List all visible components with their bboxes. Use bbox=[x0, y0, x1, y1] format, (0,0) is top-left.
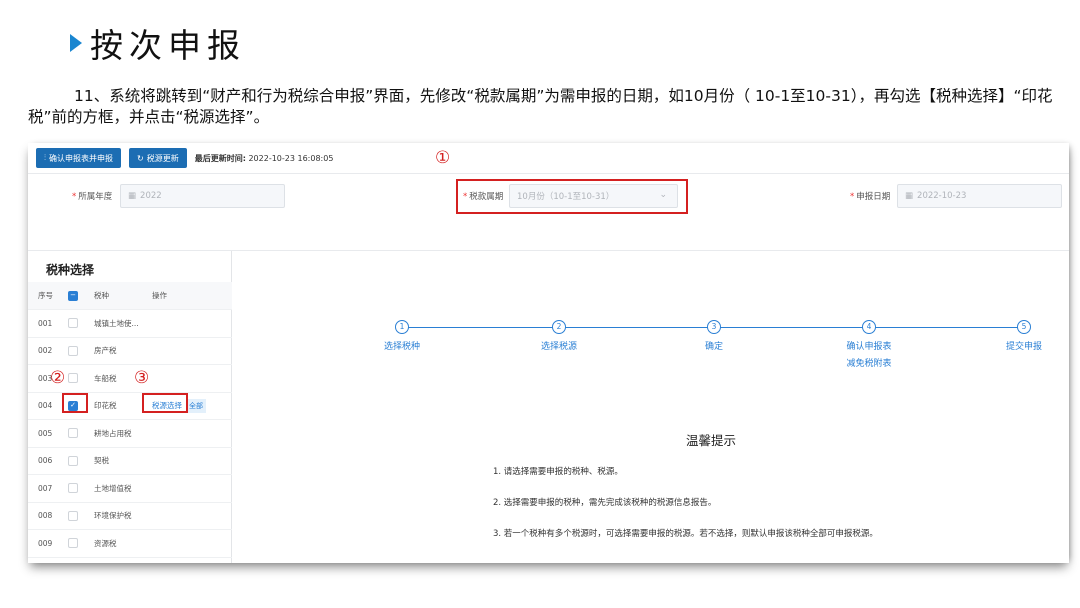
calendar-icon: ▦ bbox=[128, 191, 137, 201]
last-update-value: 2022-10-23 16:08:05 bbox=[248, 153, 334, 163]
row-checkbox[interactable] bbox=[68, 510, 78, 521]
row-no: 002 bbox=[38, 346, 53, 356]
date-value: 2022-10-23 bbox=[917, 191, 967, 201]
row-checkbox[interactable] bbox=[68, 345, 78, 356]
table-row: 002 房产税 bbox=[28, 338, 232, 365]
row-name: 土地增值税 bbox=[94, 483, 132, 493]
row-name: 耕地占用税 bbox=[94, 428, 132, 438]
step-sublabel: 减免税附表 bbox=[846, 359, 892, 369]
annotation-1: ① bbox=[435, 148, 451, 168]
highlight-checkbox bbox=[62, 393, 88, 413]
tax-type-table: 序号 − 税种 操作 001 城镇土地使... 002 房产税 003 车船税 bbox=[28, 282, 232, 558]
step-label: 确定 bbox=[704, 342, 723, 352]
instruction-text: 11、系统将跳转到“财产和行为税综合申报”界面，先修改“税款属期”为需申报的日期… bbox=[28, 87, 1053, 126]
tax-panel-title: 税种选择 bbox=[46, 263, 95, 277]
step-number: 2 bbox=[552, 320, 566, 334]
last-update-label: 最后更新时间: bbox=[194, 153, 246, 163]
tip-item: 2. 选择需要申报的税种，需先完成该税种的税源信息报告。 bbox=[493, 498, 717, 508]
row-name: 资源税 bbox=[94, 538, 117, 548]
row-name: 印花税 bbox=[94, 401, 117, 411]
year-value: 2022 bbox=[140, 191, 162, 201]
row-name: 房产税 bbox=[94, 346, 117, 356]
year-label: * 所属年度 bbox=[72, 192, 113, 202]
confirm-declare-button[interactable]: ⫶ 确认申报表并申报 bbox=[36, 148, 121, 168]
row-name: 环境保护税 bbox=[94, 511, 132, 521]
step-3: 3 确定 bbox=[669, 320, 759, 355]
step-number: 3 bbox=[707, 320, 721, 334]
row-checkbox[interactable] bbox=[68, 373, 78, 384]
table-row-stamp-tax: 004 ✓ 印花税 税源选择 全部 bbox=[28, 393, 232, 420]
highlight-select-source bbox=[142, 393, 188, 413]
refresh-icon: ↻ bbox=[137, 153, 144, 163]
step-number: 4 bbox=[862, 320, 876, 334]
step-number: 5 bbox=[1017, 320, 1031, 334]
row-no: 004 bbox=[38, 401, 53, 411]
step-2: 2 选择税源 bbox=[514, 320, 604, 355]
year-label-text: 所属年度 bbox=[78, 192, 113, 202]
table-row: 005 耕地占用税 bbox=[28, 420, 232, 448]
row-no: 007 bbox=[38, 483, 53, 493]
date-input[interactable]: ▦ 2022-10-23 bbox=[897, 184, 1062, 208]
tip-item: 3. 若一个税种有多个税源时，可选择需要申报的税源。若不选择，则默认申报该税种全… bbox=[493, 529, 878, 539]
table-row: 006 契税 bbox=[28, 448, 232, 475]
row-checkbox[interactable] bbox=[68, 483, 78, 494]
triangle-marker-icon bbox=[70, 34, 82, 52]
table-row: 001 城镇土地使... bbox=[28, 310, 232, 338]
tip-item: 1. 请选择需要申报的税种、税源。 bbox=[493, 467, 623, 477]
date-label: * 申报日期 bbox=[850, 192, 891, 202]
highlight-period bbox=[456, 179, 688, 214]
header-no: 序号 bbox=[38, 291, 53, 300]
row-no: 009 bbox=[38, 538, 53, 548]
step-label: 选择税源 bbox=[540, 342, 577, 352]
row-no: 005 bbox=[38, 428, 53, 438]
row-no: 008 bbox=[38, 511, 53, 521]
tax-type-panel: 税种选择 序号 − 税种 操作 001 城镇土地使... 002 房产税 003… bbox=[28, 251, 232, 563]
all-tag[interactable]: 全部 bbox=[186, 398, 206, 413]
tax-declaration-screenshot: ⫶ 确认申报表并申报 ↻ 税源更新 最后更新时间: 2022-10-23 16:… bbox=[28, 143, 1069, 563]
step-5: 5 提交申报 bbox=[979, 320, 1069, 355]
step-number: 1 bbox=[395, 320, 409, 334]
last-update: 最后更新时间: 2022-10-23 16:08:05 bbox=[195, 153, 334, 164]
toolbar-divider bbox=[28, 173, 1069, 174]
step-4: 4 确认申报表 减免税附表 bbox=[824, 320, 914, 372]
select-all-checkbox[interactable]: − bbox=[68, 290, 78, 301]
chart-icon: ⫶ bbox=[44, 153, 46, 162]
step-label: 提交申报 bbox=[1005, 342, 1042, 352]
row-checkbox[interactable] bbox=[68, 455, 78, 466]
year-input[interactable]: ▦ 2022 bbox=[120, 184, 285, 208]
table-row: 009 资源税 bbox=[28, 530, 232, 558]
table-header: 序号 − 税种 操作 bbox=[28, 282, 232, 310]
calendar-icon: ▦ bbox=[905, 191, 914, 201]
table-row: 008 环境保护税 bbox=[28, 503, 232, 530]
slide-title: 按次申报 bbox=[70, 18, 246, 68]
row-checkbox[interactable] bbox=[68, 318, 78, 329]
row-checkbox[interactable] bbox=[68, 538, 78, 549]
row-no: 001 bbox=[38, 318, 53, 328]
header-op: 操作 bbox=[152, 291, 167, 300]
step-label: 选择税种 bbox=[383, 342, 420, 352]
tips-title: 温馨提示 bbox=[686, 433, 737, 448]
annotation-3: ③ bbox=[134, 368, 150, 388]
annotation-2: ② bbox=[50, 368, 66, 388]
table-row: 007 土地增值税 bbox=[28, 475, 232, 503]
refresh-source-label: 税源更新 bbox=[146, 153, 179, 163]
date-label-text: 申报日期 bbox=[856, 192, 891, 202]
toolbar: ⫶ 确认申报表并申报 ↻ 税源更新 最后更新时间: 2022-10-23 16:… bbox=[28, 143, 1069, 173]
header-name: 税种 bbox=[94, 291, 109, 300]
row-name: 契税 bbox=[94, 456, 109, 466]
row-checkbox[interactable] bbox=[68, 428, 78, 439]
step-1: 1 选择税种 bbox=[357, 320, 447, 355]
confirm-declare-label: 确认申报表并申报 bbox=[49, 153, 113, 163]
row-name: 城镇土地使... bbox=[94, 318, 139, 328]
slide-title-text: 按次申报 bbox=[90, 26, 246, 65]
row-no: 006 bbox=[38, 456, 53, 466]
step-label: 确认申报表 bbox=[846, 342, 892, 352]
refresh-source-button[interactable]: ↻ 税源更新 bbox=[129, 148, 187, 168]
